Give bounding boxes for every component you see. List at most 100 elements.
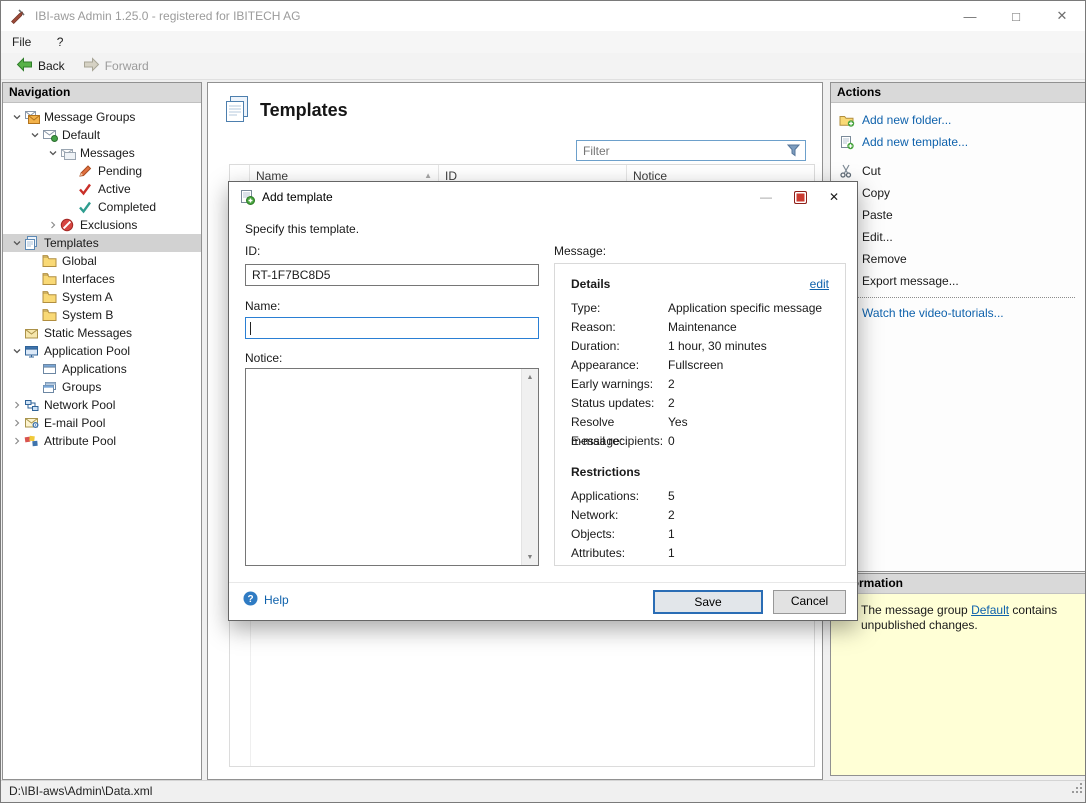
menu-file[interactable]: File <box>1 31 42 53</box>
tree-item-attribute-pool[interactable]: Attribute Pool <box>3 432 201 450</box>
filter-input[interactable] <box>576 140 806 161</box>
detail-row: Type: Application specific message <box>571 301 823 315</box>
message-group-icon <box>42 128 60 142</box>
chevron-expanded-icon[interactable] <box>9 238 24 248</box>
tree-item-groups[interactable]: Groups <box>3 378 201 396</box>
add-template-dialog-icon <box>239 189 255 208</box>
dialog-subtitle: Specify this template. <box>245 222 360 236</box>
detail-row: Duration: 1 hour, 30 minutes <box>571 339 767 353</box>
help-icon: ? <box>243 591 258 609</box>
tree-item-templates[interactable]: Templates <box>3 234 201 252</box>
back-arrow-icon <box>16 57 33 75</box>
dialog-close-button[interactable]: ✕ <box>817 182 851 212</box>
notice-field[interactable]: ▲ ▼ <box>245 368 539 566</box>
id-field[interactable]: RT-1F7BC8D5 <box>245 264 539 286</box>
tree-item-network-pool[interactable]: Network Pool <box>3 396 201 414</box>
help-link[interactable]: ? Help <box>243 591 289 609</box>
tree-item-applications[interactable]: Applications <box>3 360 201 378</box>
chevron-expanded-icon[interactable] <box>9 112 24 122</box>
forward-button[interactable]: Forward <box>74 55 158 78</box>
tree-item-completed[interactable]: Completed <box>3 198 201 216</box>
static-messages-icon <box>24 327 42 340</box>
filter-funnel-icon[interactable] <box>786 144 801 160</box>
action-copy[interactable]: Copy <box>831 182 1085 204</box>
dialog-minimize-button[interactable]: — <box>749 182 783 212</box>
chevron-expanded-icon[interactable] <box>9 346 24 356</box>
chevron-collapsed-icon[interactable] <box>9 436 24 446</box>
minimize-button[interactable]: — <box>947 1 993 31</box>
add-template-icon <box>839 135 856 150</box>
groups-icon <box>42 381 60 394</box>
application-pool-icon <box>24 345 42 358</box>
window-title: IBI-aws Admin 1.25.0 - registered for IB… <box>35 9 301 23</box>
back-button[interactable]: Back <box>7 55 74 78</box>
action-export-message[interactable]: Export message... <box>831 270 1085 292</box>
tree-item-email-pool[interactable]: E-mail Pool <box>3 414 201 432</box>
details-heading: Details <box>571 277 611 291</box>
edit-link[interactable]: edit <box>810 277 829 291</box>
tree-item-active[interactable]: Active <box>3 180 201 198</box>
action-watch-video-tutorials[interactable]: Watch the video-tutorials... <box>831 302 1085 324</box>
status-file-path: D:\IBI-aws\Admin\Data.xml <box>9 784 153 798</box>
red-square-icon <box>793 190 807 204</box>
action-add-new-template[interactable]: Add new template... <box>831 131 1085 153</box>
notice-scrollbar[interactable]: ▲ ▼ <box>521 369 538 565</box>
templates-page-icon <box>223 95 251 126</box>
scroll-down-icon[interactable]: ▼ <box>522 549 538 565</box>
pending-icon <box>78 164 96 178</box>
menu-help[interactable]: ? <box>46 31 75 53</box>
action-add-new-folder[interactable]: Add new folder... <box>831 109 1085 131</box>
app-logo-icon <box>10 8 26 25</box>
default-group-link[interactable]: Default <box>971 603 1009 617</box>
tree-item-global[interactable]: Global <box>3 252 201 270</box>
message-label: Message: <box>554 244 607 258</box>
cancel-button[interactable]: Cancel <box>773 590 846 614</box>
chevron-collapsed-icon[interactable] <box>9 418 24 428</box>
actions-header: Actions <box>831 83 1085 103</box>
information-header: Information <box>831 574 1085 594</box>
chevron-expanded-icon[interactable] <box>45 148 60 158</box>
tree-item-application-pool[interactable]: Application Pool <box>3 342 201 360</box>
action-cut[interactable]: Cut <box>831 160 1085 182</box>
detail-row: E-mail recipients: 0 <box>571 434 675 448</box>
dialog-title: Add template <box>262 190 333 204</box>
close-button[interactable]: ✕ <box>1039 1 1085 31</box>
action-remove[interactable]: Remove <box>831 248 1085 270</box>
resize-grip[interactable] <box>1072 779 1083 800</box>
add-template-dialog: Add template — ✕ Specify this template. … <box>228 181 858 621</box>
dialog-footer: ? Help Save Cancel <box>229 582 857 620</box>
tree-item-system-a[interactable]: System A <box>3 288 201 306</box>
sort-ascending-icon: ▲ <box>424 171 432 180</box>
chevron-collapsed-icon[interactable] <box>9 400 24 410</box>
scroll-up-icon[interactable]: ▲ <box>522 369 538 385</box>
forward-arrow-icon <box>83 57 100 75</box>
network-pool-icon <box>24 399 42 412</box>
page-title: Templates <box>260 100 348 120</box>
tree-item-message-groups[interactable]: Message Groups <box>3 108 201 126</box>
chevron-collapsed-icon[interactable] <box>45 220 60 230</box>
menu-bar: File ? <box>1 31 1085 53</box>
tree-item-pending[interactable]: Pending <box>3 162 201 180</box>
detail-row: Reason: Maintenance <box>571 320 737 334</box>
tree-item-default[interactable]: Default <box>3 126 201 144</box>
completed-icon <box>78 200 96 214</box>
chevron-expanded-icon[interactable] <box>27 130 42 140</box>
navigation-tree: Message Groups Default Messages Pending <box>3 104 201 779</box>
save-button[interactable]: Save <box>653 590 763 614</box>
tree-item-system-b[interactable]: System B <box>3 306 201 324</box>
dialog-red-square-button[interactable] <box>783 182 817 212</box>
actions-separator <box>841 297 1075 298</box>
action-paste[interactable]: Paste <box>831 204 1085 226</box>
add-folder-icon <box>839 113 856 127</box>
tree-item-static-messages[interactable]: Static Messages <box>3 324 201 342</box>
applications-icon <box>42 363 60 375</box>
maximize-button[interactable]: □ <box>993 1 1039 31</box>
tree-item-exclusions[interactable]: Exclusions <box>3 216 201 234</box>
action-edit[interactable]: Edit... <box>831 226 1085 248</box>
restrictions-heading: Restrictions <box>571 465 641 479</box>
name-field[interactable] <box>245 317 539 339</box>
tree-item-interfaces[interactable]: Interfaces <box>3 270 201 288</box>
tree-item-messages[interactable]: Messages <box>3 144 201 162</box>
cut-scissors-icon <box>839 164 856 178</box>
message-groups-icon <box>24 110 42 124</box>
